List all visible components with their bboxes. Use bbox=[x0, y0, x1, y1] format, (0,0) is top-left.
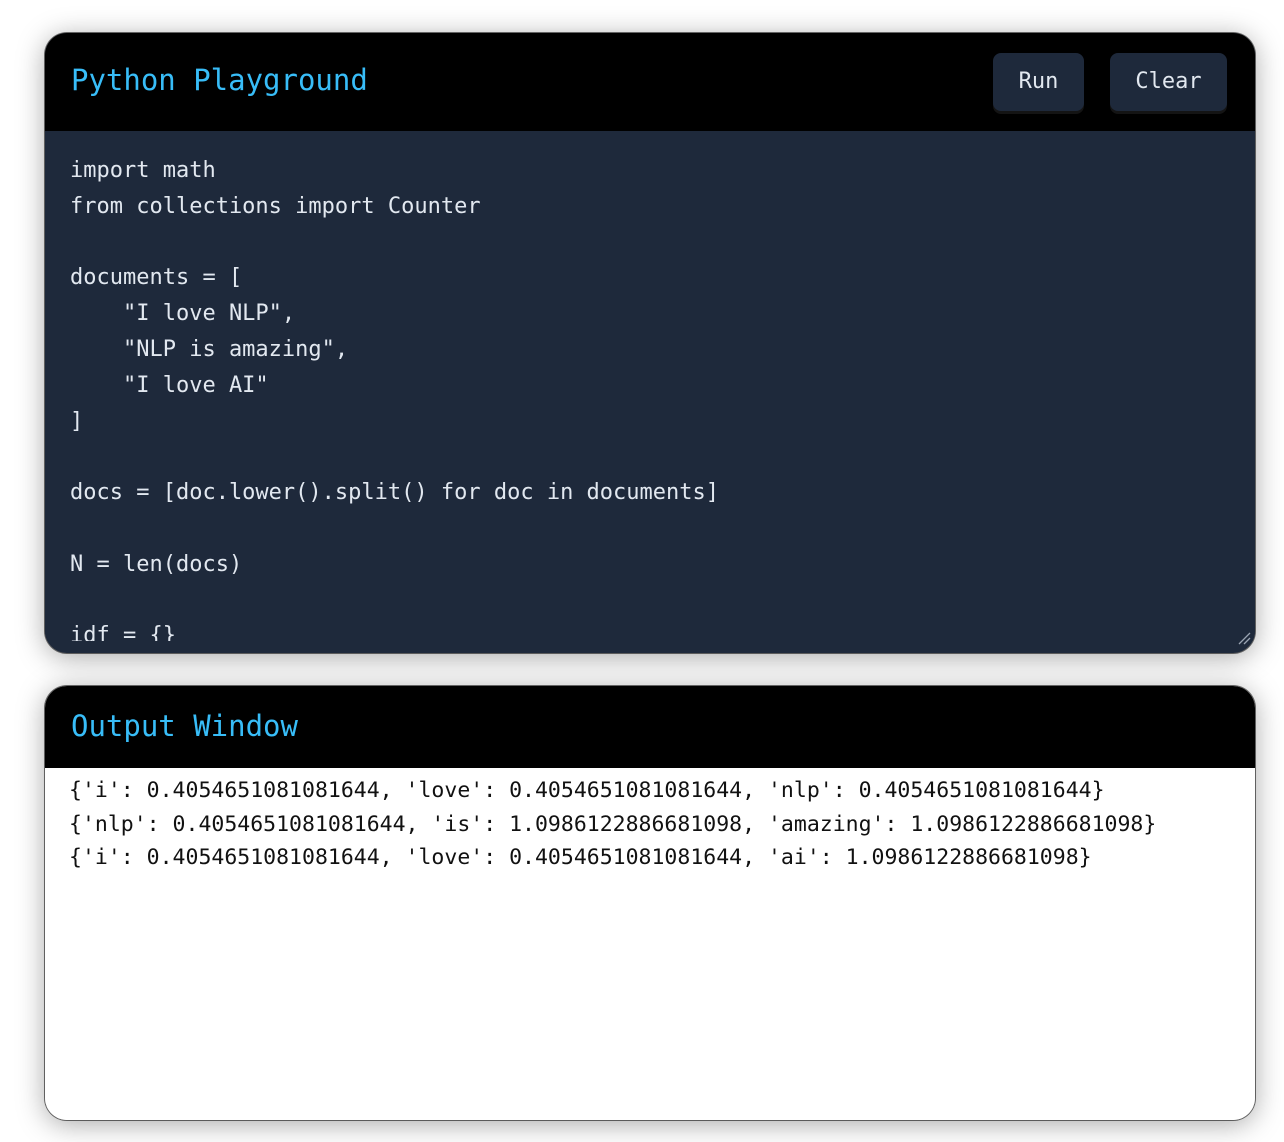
editor-title: Python Playground bbox=[71, 63, 368, 97]
output-line: {'i': 0.4054651081081644, 'love': 0.4054… bbox=[69, 778, 1105, 803]
output-header: Output Window bbox=[45, 686, 1255, 768]
output-title: Output Window bbox=[71, 709, 298, 743]
editor-panel: Python Playground Run Clear import math … bbox=[45, 33, 1255, 653]
run-button[interactable]: Run bbox=[993, 53, 1084, 111]
output-line: {'i': 0.4054651081081644, 'love': 0.4054… bbox=[69, 845, 1092, 870]
code-editor[interactable]: import math from collections import Coun… bbox=[45, 131, 1255, 641]
output-console: {'i': 0.4054651081081644, 'love': 0.4054… bbox=[45, 768, 1255, 1120]
clear-button[interactable]: Clear bbox=[1110, 53, 1227, 111]
editor-header: Python Playground Run Clear bbox=[45, 33, 1255, 131]
resize-handle-icon[interactable] bbox=[1237, 631, 1251, 645]
output-panel: Output Window {'i': 0.4054651081081644, … bbox=[45, 686, 1255, 1120]
output-line: {'nlp': 0.4054651081081644, 'is': 1.0986… bbox=[69, 811, 1157, 837]
